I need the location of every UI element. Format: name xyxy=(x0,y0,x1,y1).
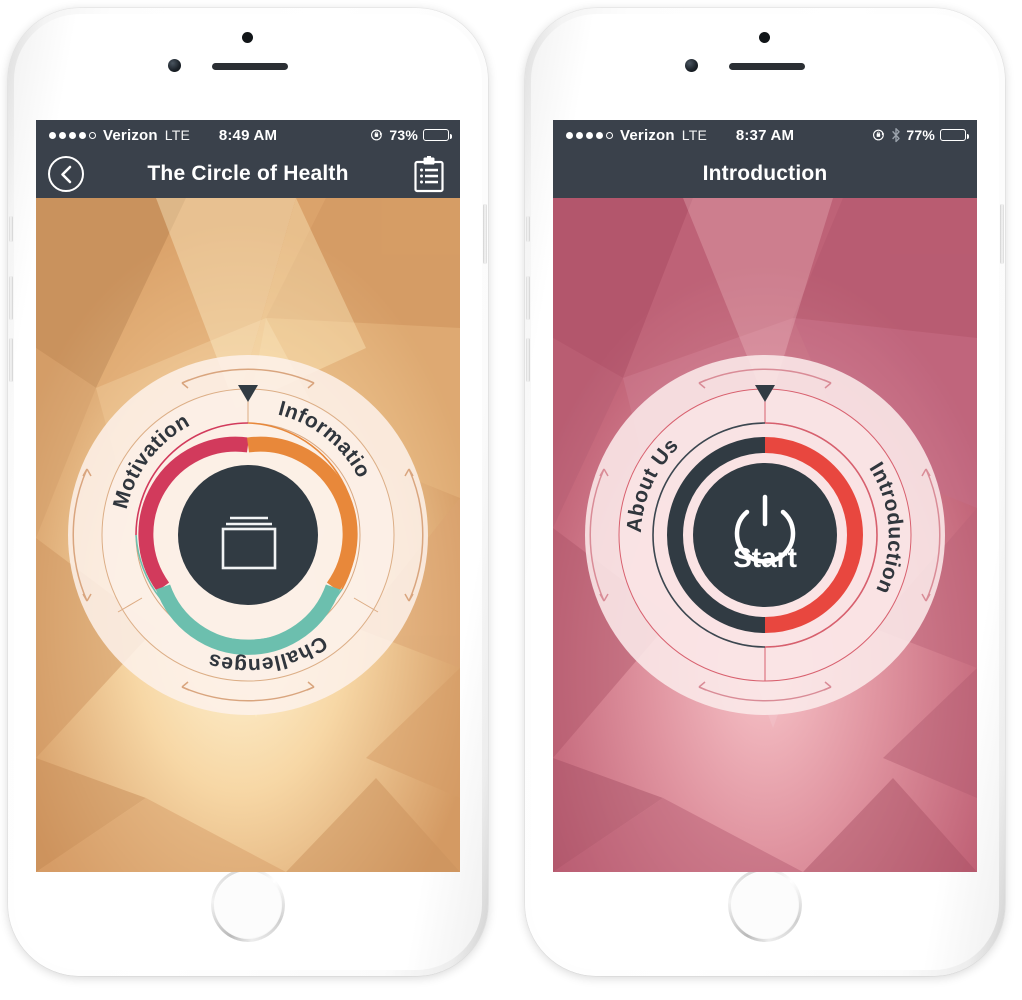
start-button-label: Start xyxy=(733,542,797,573)
battery-icon xyxy=(423,129,452,141)
home-button[interactable] xyxy=(728,868,802,942)
chevron-left-icon xyxy=(60,165,71,183)
screenshot-stage: Verizon LTE 8:49 AM 73% The Circle of He… xyxy=(0,0,1022,1000)
silent-switch[interactable] xyxy=(526,216,530,242)
rotation-lock-icon xyxy=(371,129,383,141)
volume-down-button[interactable] xyxy=(9,338,13,382)
page-title: The Circle of Health xyxy=(147,162,349,185)
clipboard-button[interactable] xyxy=(412,156,446,194)
status-bar-left: Verizon LTE 8:49 AM 73% xyxy=(36,120,460,150)
power-button[interactable] xyxy=(1000,204,1004,264)
volume-down-button[interactable] xyxy=(526,338,530,382)
wheel-graphic: Motivation Information Challenges xyxy=(58,334,428,715)
status-bar-right: Verizon LTE 8:37 AM 77% xyxy=(553,120,977,150)
phone-left: Verizon LTE 8:49 AM 73% The Circle of He… xyxy=(8,8,488,976)
phone-right: Verizon LTE 8:37 AM 77% Introduction Sta… xyxy=(525,8,1005,976)
status-right-group: 77% xyxy=(872,127,969,143)
circle-wheel-right[interactable]: Start About Us Introduction xyxy=(582,352,948,718)
home-button[interactable] xyxy=(211,868,285,942)
proximity-sensor xyxy=(759,32,770,43)
wheel-graphic: Start About Us Introduction xyxy=(585,355,945,715)
front-camera xyxy=(168,59,181,72)
earpiece-speaker xyxy=(729,63,805,70)
battery-percentage-label: 73% xyxy=(389,127,418,143)
nav-bar-right: Introduction xyxy=(553,150,977,198)
content-left: Motivation Information Challenges xyxy=(36,198,460,872)
status-right-group: 73% xyxy=(370,127,452,143)
volume-up-button[interactable] xyxy=(526,276,530,320)
wheel-hub[interactable] xyxy=(178,465,318,605)
earpiece-speaker xyxy=(212,63,288,70)
content-right: Start About Us Introduction xyxy=(553,198,977,872)
clipboard-list-icon xyxy=(414,156,444,193)
battery-icon xyxy=(940,129,969,141)
screen-right: Verizon LTE 8:37 AM 77% Introduction Sta… xyxy=(553,120,977,872)
front-camera xyxy=(685,59,698,72)
proximity-sensor xyxy=(242,32,253,43)
screen-left: Verizon LTE 8:49 AM 73% The Circle of He… xyxy=(36,120,460,872)
power-button[interactable] xyxy=(483,204,487,264)
nav-bar-left: The Circle of Health xyxy=(36,150,460,198)
circle-wheel-left[interactable]: Motivation Information Challenges xyxy=(58,334,431,718)
back-button[interactable] xyxy=(48,156,84,192)
bluetooth-icon xyxy=(892,127,901,142)
silent-switch[interactable] xyxy=(9,216,13,242)
start-button[interactable] xyxy=(693,463,837,607)
battery-percentage-label: 77% xyxy=(906,127,935,143)
page-title: Introduction xyxy=(702,162,828,185)
volume-up-button[interactable] xyxy=(9,276,13,320)
rotation-lock-icon xyxy=(873,129,885,141)
